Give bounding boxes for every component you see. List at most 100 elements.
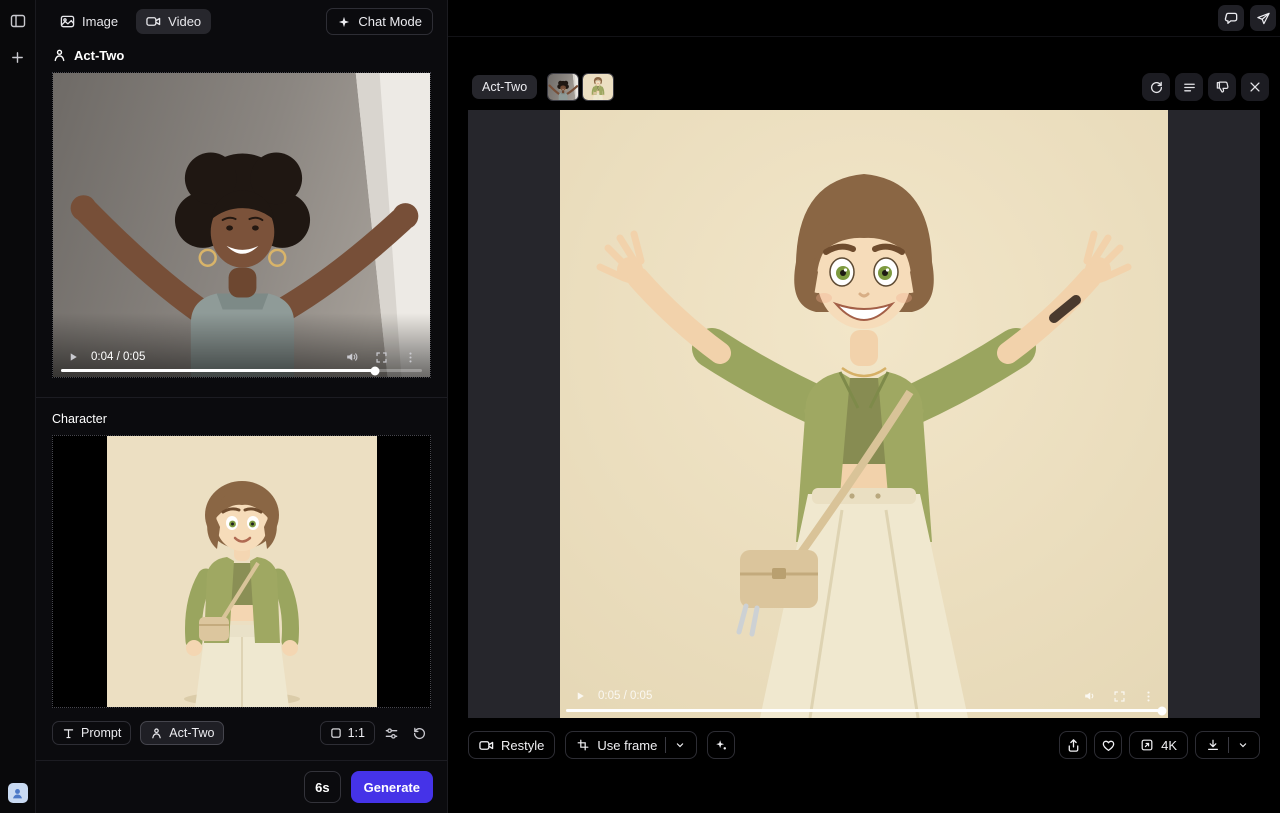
- driver-timecode: 0:04 / 0:05: [91, 351, 146, 363]
- result-progress-bar[interactable]: [566, 706, 1167, 715]
- character-thumb-image: [583, 74, 613, 100]
- kebab-icon: [1146, 691, 1150, 701]
- play-icon: [577, 692, 584, 700]
- section-header: Act-Two: [36, 39, 447, 72]
- more-tools-button[interactable]: [707, 731, 736, 759]
- share-up-icon: [1068, 738, 1078, 752]
- fullscreen-button[interactable]: [373, 349, 389, 365]
- paper-plane-icon: [1256, 12, 1270, 24]
- video-menu-button[interactable]: [1140, 688, 1156, 704]
- tab-image-label: Image: [82, 14, 119, 29]
- feedback-chat-button[interactable]: [1218, 5, 1244, 31]
- character-image: [107, 436, 377, 707]
- mute-button[interactable]: [344, 349, 360, 365]
- chevron-down-icon: [677, 743, 684, 748]
- dislike-button[interactable]: [1208, 73, 1236, 101]
- character-thumbnail[interactable]: [582, 73, 615, 101]
- use-frame-button[interactable]: Use frame: [565, 731, 698, 759]
- upscale-4k-button[interactable]: 4K: [1129, 731, 1188, 759]
- play-icon: [70, 353, 77, 361]
- result-video-player[interactable]: 0:05 / 0:05: [560, 110, 1168, 718]
- character-label: Character: [52, 412, 107, 426]
- avatar-person-icon: [13, 788, 22, 798]
- character-image-card[interactable]: [52, 435, 431, 708]
- generate-bar: 6s Generate: [36, 760, 447, 813]
- reset-button[interactable]: [407, 721, 431, 745]
- sidebar-toggle-icon: [10, 14, 25, 28]
- result-toolbar: Restyle Use frame 4K: [468, 731, 1260, 759]
- input-thumbnails: [547, 73, 615, 101]
- video-menu-button[interactable]: [402, 349, 418, 365]
- result-video-frame: [560, 110, 1168, 718]
- sidebar-toggle-button[interactable]: [6, 9, 30, 33]
- duration-button[interactable]: 6s: [304, 771, 341, 803]
- upscale-icon: [1141, 739, 1153, 751]
- share-session-button[interactable]: [1250, 5, 1276, 31]
- reset-icon: [413, 727, 425, 739]
- regenerate-button[interactable]: [1142, 73, 1170, 101]
- speaker-icon: [347, 353, 358, 361]
- close-result-button[interactable]: [1241, 73, 1269, 101]
- chat-mode-button[interactable]: Chat Mode: [326, 8, 433, 35]
- result-panel: Act-Two 0:05 / 0:05 Restyle Use frame 4K: [448, 0, 1280, 813]
- aspect-ratio-button[interactable]: 1:1: [319, 721, 375, 745]
- favorite-button[interactable]: [1094, 731, 1123, 759]
- chat-mode-sparkle-icon: [339, 16, 350, 27]
- driver-video-player[interactable]: 0:04 / 0:05: [52, 72, 431, 378]
- driver-progress-bar[interactable]: [61, 366, 422, 375]
- generation-panel: Image Video Chat Mode Act-Two 0:04 / 0:0…: [36, 0, 448, 813]
- download-icon: [1208, 739, 1218, 750]
- mode-tabs: Image Video Chat Mode: [36, 0, 447, 39]
- result-actions: [1142, 73, 1269, 101]
- thumbs-down-icon: [1216, 81, 1228, 93]
- driver-video-controls: 0:04 / 0:05: [53, 349, 430, 365]
- prompt-button[interactable]: Prompt: [52, 721, 132, 745]
- mute-button[interactable]: [1082, 688, 1098, 704]
- fullscreen-button[interactable]: [1111, 688, 1127, 704]
- image-icon: [60, 15, 75, 28]
- play-button[interactable]: [65, 349, 81, 365]
- aspect-ratio-icon: [330, 728, 341, 738]
- export-button[interactable]: [1059, 731, 1088, 759]
- tab-image[interactable]: Image: [50, 9, 128, 34]
- driver-video-thumbnail[interactable]: [547, 73, 580, 101]
- progress-handle[interactable]: [1157, 706, 1167, 715]
- generate-button[interactable]: Generate: [350, 771, 433, 803]
- user-avatar[interactable]: [7, 783, 28, 803]
- top-bar: [448, 0, 1280, 37]
- play-button[interactable]: [572, 688, 588, 704]
- restyle-button[interactable]: Restyle: [468, 731, 556, 759]
- progress-handle[interactable]: [370, 366, 380, 375]
- act-two-icon: [54, 49, 65, 62]
- sliders-icon: [385, 727, 397, 739]
- tab-video[interactable]: Video: [136, 9, 212, 34]
- input-controls-row: Prompt Act-Two 1:1: [36, 708, 447, 758]
- progress-fill: [61, 369, 376, 372]
- result-header: Act-Two: [472, 73, 1269, 101]
- result-timecode: 0:05 / 0:05: [598, 690, 653, 702]
- new-session-button[interactable]: [6, 45, 30, 69]
- button-divider: [1228, 737, 1229, 753]
- act-two-icon: [152, 727, 162, 738]
- use-frame-label: Use frame: [597, 737, 658, 753]
- details-list-button[interactable]: [1175, 73, 1203, 101]
- output-actions: 4K: [1059, 731, 1260, 759]
- left-rail: [0, 0, 36, 813]
- chat-bubble-icon: [1224, 12, 1237, 24]
- frame-crop-icon: [577, 739, 589, 751]
- driver-thumb-image: [548, 74, 578, 100]
- sparkle-icon: [716, 740, 727, 750]
- prompt-label: Prompt: [81, 726, 122, 740]
- result-video-controls: 0:05 / 0:05: [560, 688, 1168, 704]
- driver-video-frame: [53, 73, 430, 377]
- settings-button[interactable]: [379, 721, 403, 745]
- chat-mode-label: Chat Mode: [358, 14, 422, 29]
- progress-fill: [566, 709, 1162, 712]
- list-icon: [1183, 83, 1195, 91]
- button-divider: [665, 737, 667, 753]
- act-two-mode-button[interactable]: Act-Two: [140, 721, 225, 745]
- chevron-down-icon: [1239, 743, 1247, 748]
- fullscreen-icon: [1113, 690, 1125, 702]
- download-button[interactable]: [1195, 731, 1260, 759]
- tab-video-label: Video: [168, 14, 202, 29]
